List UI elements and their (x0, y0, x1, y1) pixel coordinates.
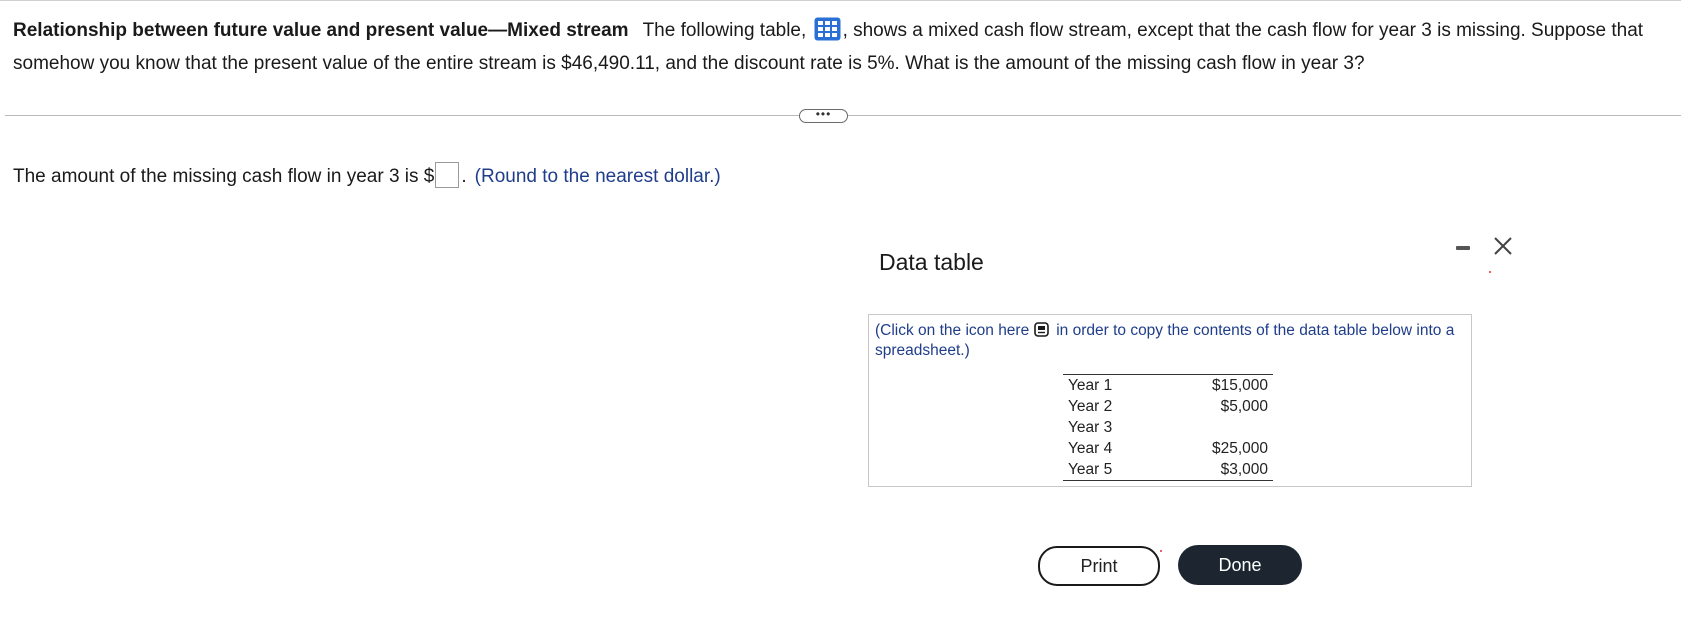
print-button[interactable]: Print (1038, 546, 1160, 586)
table-row: Year 4 $25,000 (1063, 438, 1273, 459)
answer-input[interactable] (435, 162, 460, 188)
row-value: $15,000 (1211, 377, 1268, 394)
focus-dot (1160, 550, 1162, 552)
copy-note-before: (Click on the icon here (875, 322, 1030, 339)
copy-icon[interactable] (1034, 322, 1050, 337)
minimize-icon[interactable] (1454, 238, 1472, 256)
row-value: $25,000 (1211, 440, 1268, 457)
row-label: Year 5 (1068, 461, 1113, 478)
answer-line: The amount of the missing cash flow in y… (13, 162, 721, 190)
table-row: Year 2 $5,000 (1063, 396, 1273, 417)
more-options-button[interactable]: ••• (799, 108, 848, 123)
answer-suffix: . (461, 166, 467, 187)
dialog-title: Data table (879, 249, 984, 275)
done-button[interactable]: Done (1178, 545, 1302, 585)
copy-note: (Click on the icon here in order to copy… (875, 321, 1455, 361)
top-border (0, 0, 1681, 1)
row-label: Year 1 (1068, 377, 1113, 394)
data-table-panel: (Click on the icon here in order to copy… (868, 314, 1472, 487)
row-value: $3,000 (1220, 461, 1268, 478)
focus-dot (1489, 271, 1491, 273)
row-label: Year 4 (1068, 440, 1113, 457)
table-row: Year 5 $3,000 (1063, 459, 1273, 480)
cash-flow-table: Year 1 $15,000 Year 2 $5,000 Year 3 Year… (1063, 374, 1273, 481)
close-icon[interactable] (1490, 233, 1516, 259)
answer-prefix: The amount of the missing cash flow in y… (13, 166, 435, 187)
question-text-before-icon: The following table, (642, 20, 807, 41)
table-grid-icon[interactable] (814, 17, 841, 41)
table-row: Year 3 (1063, 417, 1273, 438)
row-value: $5,000 (1220, 398, 1268, 415)
row-label: Year 3 (1068, 419, 1113, 436)
question-title: Relationship between future value and pr… (13, 20, 629, 41)
table-row: Year 1 $15,000 (1063, 375, 1273, 396)
answer-hint: (Round to the nearest dollar.) (474, 166, 721, 187)
row-label: Year 2 (1068, 398, 1113, 415)
question-text: Relationship between future value and pr… (13, 14, 1673, 80)
